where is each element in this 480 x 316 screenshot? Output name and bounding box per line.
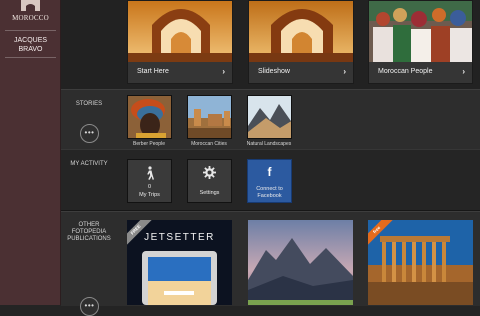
main-content: Start Here › Slideshow › Moroccan People… xyxy=(61,0,480,316)
chevron-right-icon: › xyxy=(462,67,465,76)
story-thumb-moroccan-cities[interactable] xyxy=(187,95,232,139)
section-title-stories: STORIES xyxy=(75,101,103,107)
publication-landscape[interactable] xyxy=(248,220,353,305)
section-title-other-publications: OTHER FOTOPEDIA PUBLICATIONS xyxy=(67,222,111,242)
section-title-my-activity: MY ACTIVITY xyxy=(70,161,108,167)
sidebar-divider xyxy=(5,57,56,58)
user-name[interactable]: JACQUES BRAVO xyxy=(0,36,61,54)
featured-card-slideshow[interactable]: Slideshow › xyxy=(248,0,354,84)
featured-card-label: Start Here xyxy=(137,68,169,75)
city-icon xyxy=(188,96,231,138)
my-trips-button[interactable]: 0 My Trips xyxy=(127,159,172,203)
ruins-cover-icon xyxy=(368,220,473,305)
stories-more-button[interactable]: ••• xyxy=(80,124,99,143)
landscape-cover-icon xyxy=(248,220,353,305)
chevron-right-icon: › xyxy=(222,67,225,76)
landscape-icon xyxy=(248,96,291,138)
publication-ruins[interactable]: free xyxy=(368,220,473,305)
tablet-icon xyxy=(142,251,217,305)
gear-icon xyxy=(203,166,216,179)
sidebar-divider xyxy=(5,30,56,31)
people-photo xyxy=(369,1,472,62)
facebook-label: Connect to Facebook xyxy=(256,186,283,199)
story-label: Natural Landscapes xyxy=(246,141,292,147)
gate-logo-icon xyxy=(21,0,40,11)
sidebar: MOROCCO JACQUES BRAVO xyxy=(0,0,61,305)
settings-label: Settings xyxy=(199,190,220,196)
arch-icon xyxy=(128,1,232,62)
featured-card-moroccan-people[interactable]: Moroccan People › xyxy=(368,0,473,84)
story-thumb-berber-people[interactable] xyxy=(127,95,172,139)
walking-person-icon xyxy=(147,166,154,180)
my-trips-label: My Trips xyxy=(139,192,160,198)
arch-photo xyxy=(128,1,232,62)
story-label: Moroccan Cities xyxy=(191,141,227,147)
app-title: MOROCCO xyxy=(12,14,49,22)
app-logo[interactable]: MOROCCO xyxy=(0,0,61,25)
featured-card-label: Slideshow xyxy=(258,68,290,75)
featured-card-label: Moroccan People xyxy=(378,68,433,75)
publication-jetsetter[interactable]: FREE JETSETTER xyxy=(127,220,232,305)
featured-card-start-here[interactable]: Start Here › xyxy=(127,0,233,84)
chevron-right-icon: › xyxy=(343,67,346,76)
story-label: Berber People xyxy=(133,141,165,147)
portrait-icon xyxy=(128,96,171,138)
my-trips-count: 0 xyxy=(147,184,152,190)
publications-more-button[interactable]: ••• xyxy=(80,297,99,316)
publication-title: JETSETTER xyxy=(144,232,215,243)
connect-facebook-button[interactable]: f Connect to Facebook xyxy=(247,159,292,203)
arch-icon xyxy=(249,1,353,62)
facebook-icon: f xyxy=(267,165,272,179)
people-icon xyxy=(369,1,472,62)
arch-photo xyxy=(249,1,353,62)
settings-button[interactable]: Settings xyxy=(187,159,232,203)
story-thumb-natural-landscapes[interactable] xyxy=(247,95,292,139)
